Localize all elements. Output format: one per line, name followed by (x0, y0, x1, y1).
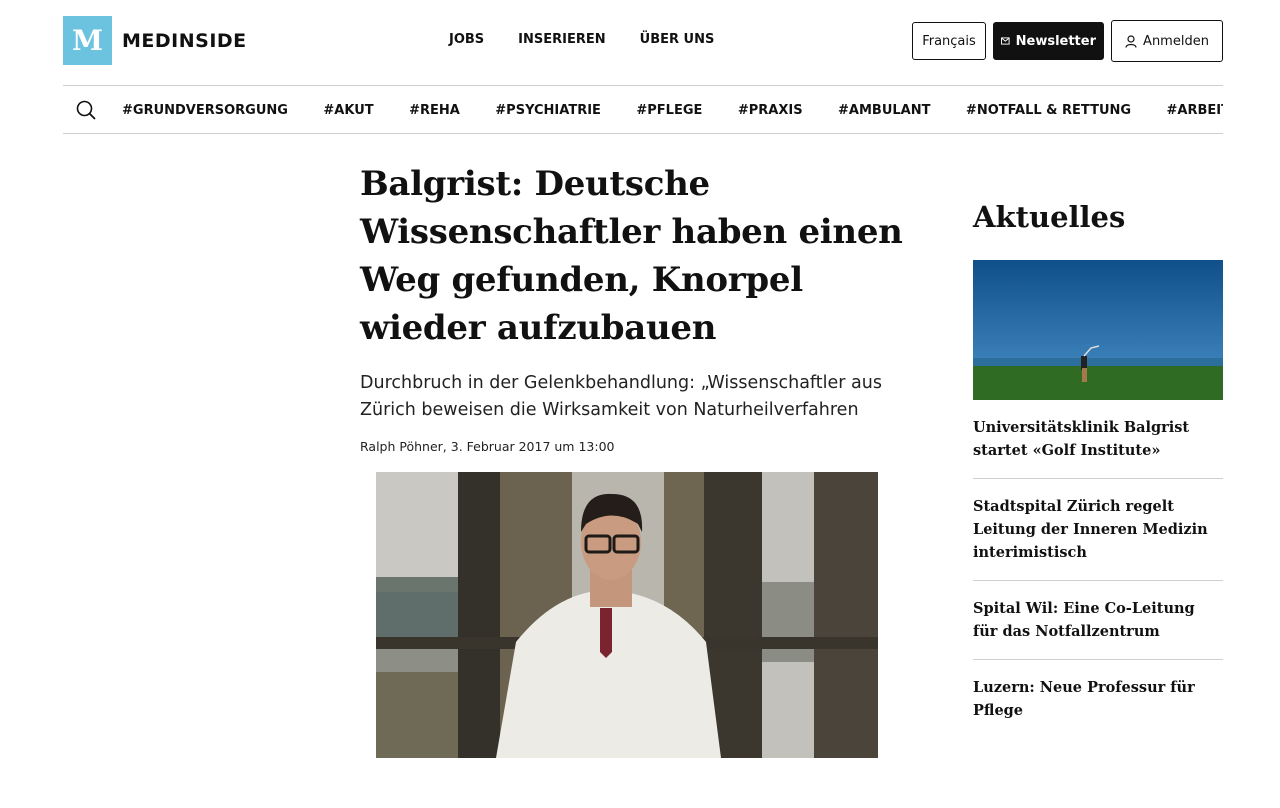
newsletter-button[interactable]: Newsletter (993, 22, 1104, 60)
sidebar-title: Aktuelles (973, 200, 1126, 234)
topic-tag-bar: #GRUNDVERSORGUNG #AKUT #REHA #PSYCHIATRI… (63, 85, 1223, 134)
site-header: M MEDINSIDE JOBS INSERIEREN ÜBER UNS Fra… (63, 16, 1223, 66)
logo-wordmark: MEDINSIDE (122, 29, 247, 52)
tag-reha[interactable]: #REHA (409, 103, 460, 118)
tag-arbeitswelt[interactable]: #ARBEITSWELT (1167, 103, 1223, 118)
sidebar-news-item[interactable]: Universitätsklinik Balgrist startet «Gol… (973, 414, 1223, 479)
tag-list: #GRUNDVERSORGUNG #AKUT #REHA #PSYCHIATRI… (122, 101, 1223, 119)
tag-psychiatrie[interactable]: #PSYCHIATRIE (495, 103, 601, 118)
nav-link-jobs[interactable]: JOBS (449, 32, 484, 47)
article-lead: Durchbruch in der Gelenkbehandlung: „Wis… (360, 373, 882, 420)
tag-ambulant[interactable]: #AMBULANT (838, 103, 930, 118)
sidebar-news-item[interactable]: Luzern: Neue Professur für Pflege (973, 674, 1223, 738)
sidebar-news-list: Universitätsklinik Balgrist startet «Gol… (973, 414, 1223, 738)
tag-notfall-rettung[interactable]: #NOTFALL & RETTUNG (966, 103, 1131, 118)
tag-praxis[interactable]: #PRAXIS (738, 103, 803, 118)
nav-link-inserieren[interactable]: INSERIEREN (518, 32, 605, 47)
main-nav: JOBS INSERIEREN ÜBER UNS (449, 32, 748, 47)
nav-link-ueber-uns[interactable]: ÜBER UNS (640, 32, 715, 47)
logo-mark: M (63, 16, 112, 65)
article-byline: Ralph Pöhner, 3. Februar 2017 um 13:00 (360, 439, 615, 454)
article: Balgrist: Deutsche Wissenschaftler haben… (360, 160, 920, 454)
user-icon (1125, 34, 1137, 48)
header-actions: Français Newsletter Anmelden (912, 20, 1223, 62)
login-label: Anmelden (1143, 33, 1209, 49)
site-logo[interactable]: M MEDINSIDE (63, 16, 247, 65)
tag-grundversorgung[interactable]: #GRUNDVERSORGUNG (122, 103, 288, 118)
newsletter-label: Newsletter (1015, 33, 1096, 49)
sidebar-news-item[interactable]: Stadtspital Zürich regelt Leitung der In… (973, 493, 1223, 581)
article-headline: Balgrist: Deutsche Wissenschaftler haben… (360, 164, 903, 348)
sidebar-featured-image[interactable] (973, 260, 1223, 400)
search-icon[interactable] (76, 100, 96, 120)
mail-icon (1001, 37, 1010, 45)
sidebar-news-item[interactable]: Spital Wil: Eine Co-Leitung für das Notf… (973, 595, 1223, 660)
sidebar-aktuelles: Aktuelles Universitätsklinik Balgrist st… (973, 200, 1223, 752)
tag-akut[interactable]: #AKUT (323, 103, 373, 118)
login-button[interactable]: Anmelden (1111, 20, 1223, 62)
language-button[interactable]: Français (912, 22, 986, 60)
tag-pflege[interactable]: #PFLEGE (636, 103, 702, 118)
article-hero-image (376, 472, 878, 758)
